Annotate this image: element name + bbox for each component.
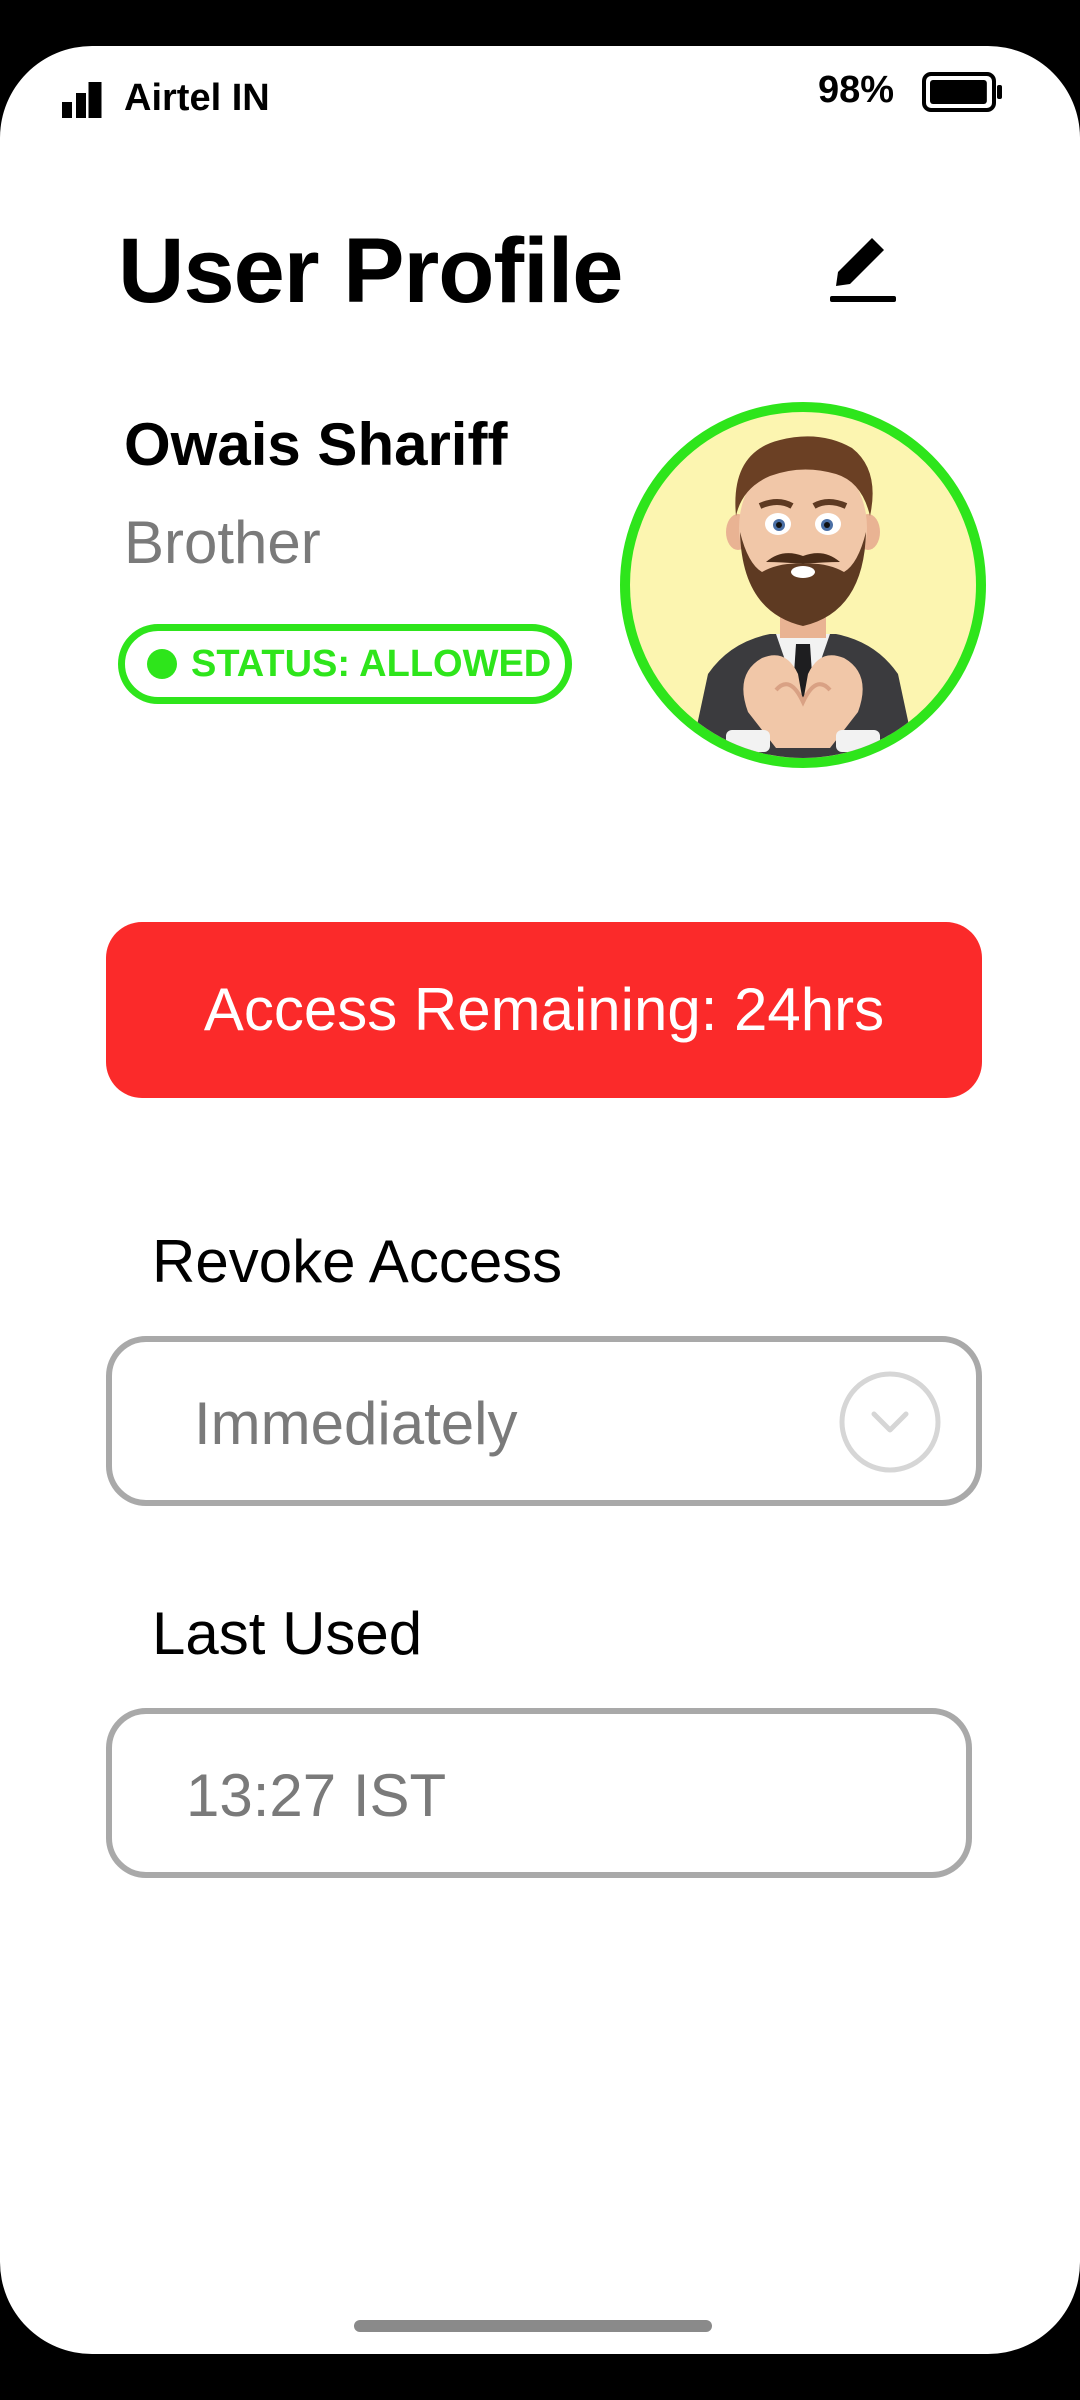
app-screen: Airtel IN 98% User Profile Owais Shariff… [0,46,1080,2354]
page-title: User Profile [118,220,623,322]
status-dot-icon [147,649,177,679]
last-used-field[interactable]: 13:27 IST [106,1708,972,1878]
status-text: STATUS: ALLOWED [191,643,552,685]
edit-profile-button[interactable] [820,226,906,312]
pencil-icon [830,238,896,302]
chevron-down-icon[interactable] [838,1370,942,1474]
status-badge: STATUS: ALLOWED [118,624,572,704]
signal-bars-icon [62,82,102,118]
carrier-name: Airtel IN [124,77,270,119]
access-remaining-banner: Access Remaining: 24hrs [106,922,982,1098]
avatar[interactable] [620,402,986,768]
access-remaining-text: Access Remaining: 24hrs [203,976,885,1043]
memoji-avatar-icon [690,436,916,758]
revoke-access-dropdown[interactable]: Immediately [106,1336,982,1506]
profile-name: Owais Shariff [124,411,508,478]
status-bar: Airtel IN 98% [0,46,1080,156]
profile-relation: Brother [124,509,321,576]
battery-percentage: 98% [818,69,895,111]
battery-icon [922,72,1002,112]
revoke-access-label: Revoke Access [152,1228,563,1295]
home-indicator[interactable] [354,2320,712,2332]
last-used-label: Last Used [152,1600,423,1667]
revoke-access-selected: Immediately [194,1390,518,1457]
last-used-value: 13:27 IST [186,1762,447,1829]
